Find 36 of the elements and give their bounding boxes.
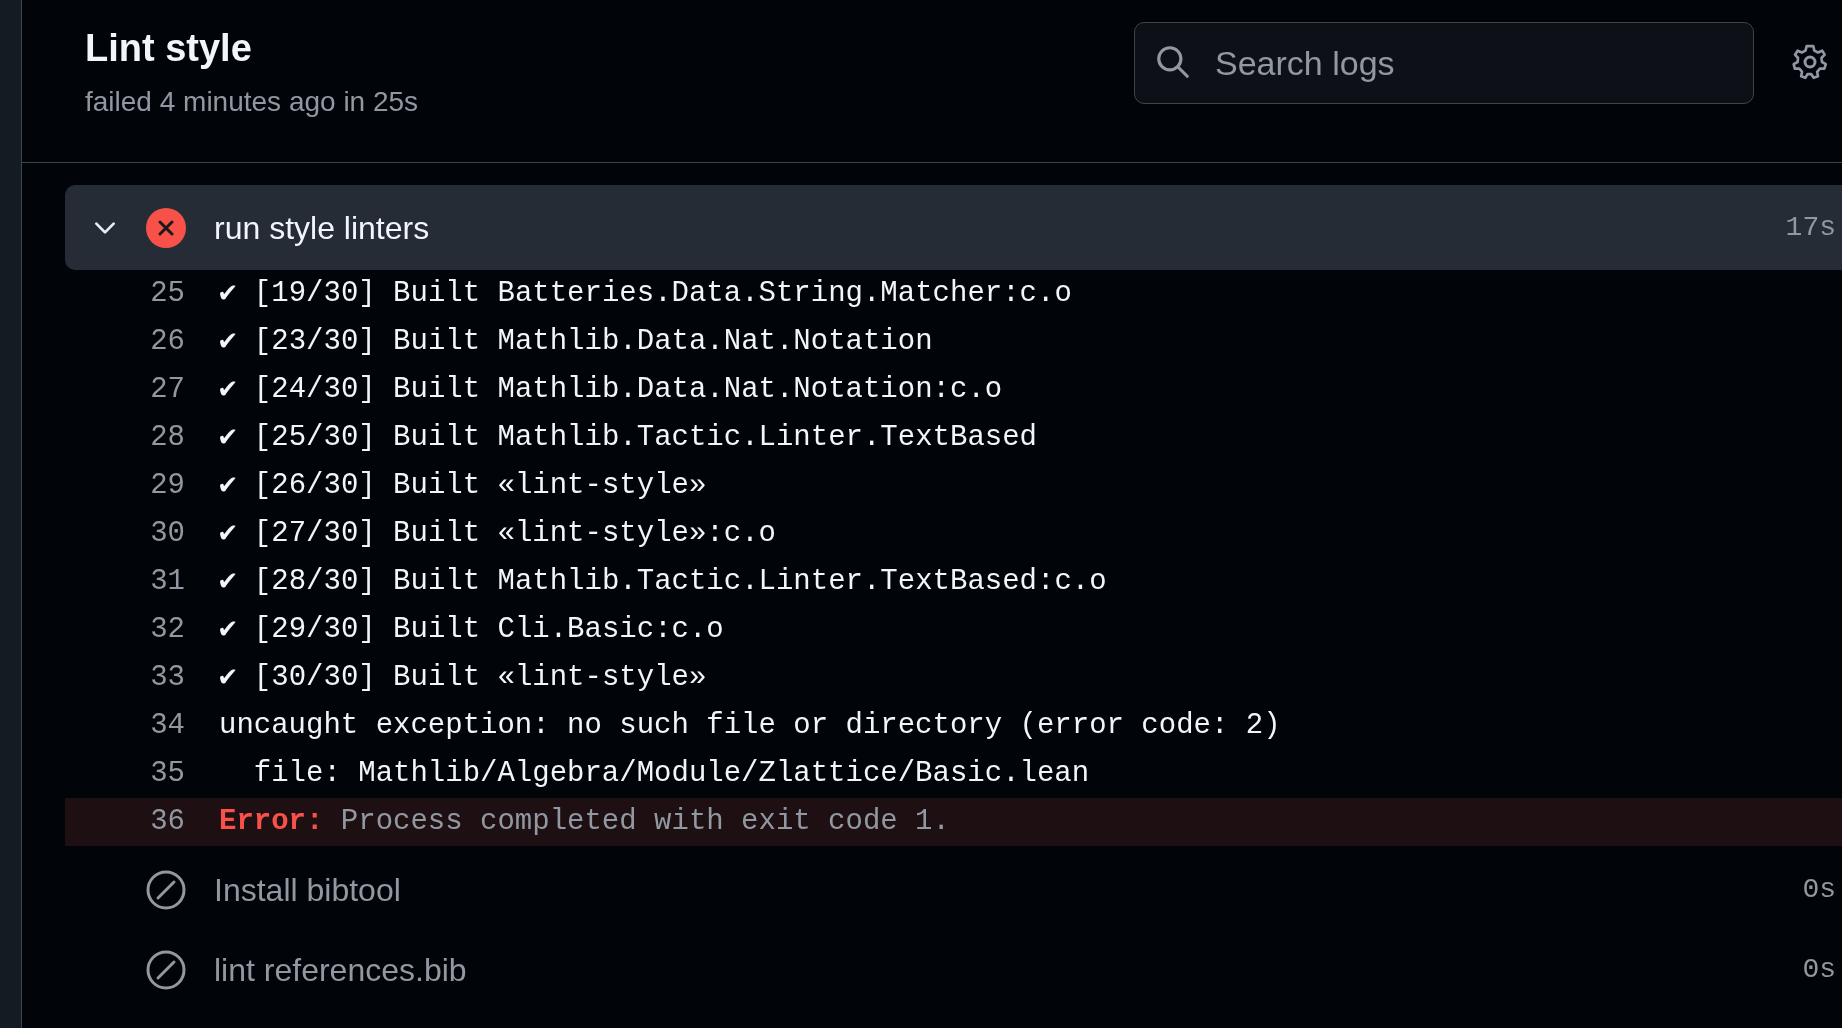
line-number: 31 xyxy=(149,564,185,601)
log-line: ✔ [19/30] Built Batteries.Data.String.Matcher:c.o xyxy=(219,276,1072,313)
line-number: 36 xyxy=(149,804,185,841)
log-line: ✔ [24/30] Built Mathlib.Data.Nat.Notation:c.o xyxy=(219,372,1003,409)
line-number: 28 xyxy=(149,420,185,457)
step-duration: 0s xyxy=(1802,873,1836,907)
step-duration: 0s xyxy=(1802,953,1836,987)
log-line: ✔ [25/30] Built Mathlib.Tactic.Linter.TextBased xyxy=(219,420,1037,457)
step-header[interactable]: Install bibtool 0s xyxy=(65,850,1842,930)
log-line: ✔ [27/30] Built «lint-style»:c.o xyxy=(219,516,776,553)
step-name: lint references.bib xyxy=(214,951,468,990)
step-header[interactable]: lint references.bib 0s xyxy=(65,930,1842,1010)
line-number: 32 xyxy=(149,612,185,649)
line-number: 33 xyxy=(149,660,185,697)
log-line: ✔ [23/30] Built Mathlib.Data.Nat.Notation xyxy=(219,324,933,361)
log-line: ✔ [29/30] Built Cli.Basic:c.o xyxy=(219,612,724,649)
line-number: 26 xyxy=(149,324,185,361)
line-number: 35 xyxy=(149,756,185,793)
log-line: file: Mathlib/Algebra/Module/Zlattice/Basic.lean xyxy=(252,756,1090,793)
log-line: ✔ [26/30] Built «lint-style» xyxy=(219,468,707,505)
job-status: failed 4 minutes ago in 25s xyxy=(85,85,420,119)
step-header[interactable]: run style linters 17s xyxy=(65,185,1842,270)
log-line: ✔ [30/30] Built «lint-style» xyxy=(219,660,707,697)
step-duration: 17s xyxy=(1785,210,1836,245)
log-line: ✔ [28/30] Built Mathlib.Tactic.Linter.TextBased:c.o xyxy=(219,564,1107,601)
line-number: 30 xyxy=(149,516,185,553)
line-number: 34 xyxy=(149,708,185,745)
line-number: 29 xyxy=(149,468,185,505)
line-number: 25 xyxy=(149,276,185,313)
log-line: uncaught exception: no such file or directory (error code: 2) xyxy=(219,708,1281,745)
step-name: Install bibtool xyxy=(214,871,402,910)
line-number: 27 xyxy=(149,372,185,409)
job-title: Lint style xyxy=(85,26,253,71)
step-name: run style linters xyxy=(214,208,431,248)
log-line: Error: Process completed with exit code 1. xyxy=(219,804,950,841)
search-field[interactable]: Search logs xyxy=(1134,22,1754,104)
